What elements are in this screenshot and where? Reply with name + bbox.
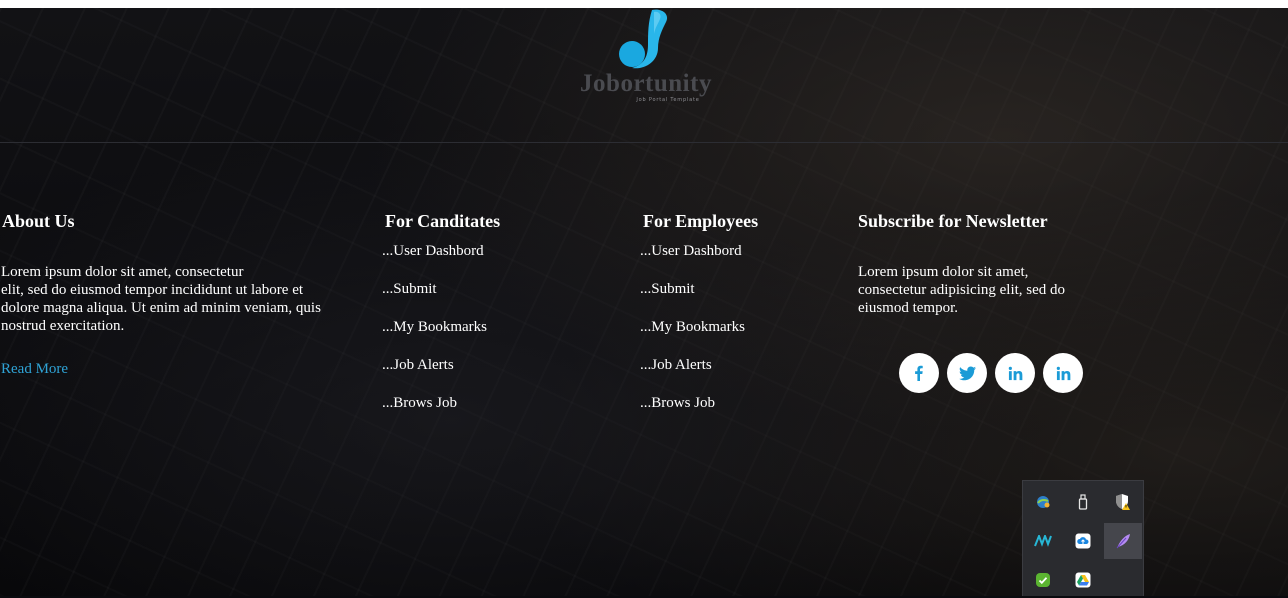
header-divider xyxy=(0,142,1288,143)
network-globe-icon[interactable] xyxy=(1024,484,1062,520)
newsletter-text-line: consectetur adipisicing elit, sed do xyxy=(858,282,1066,298)
candidates-links: ...User Dashbord ...Submit ...My Bookmar… xyxy=(382,242,487,432)
employee-link-user-dashboard[interactable]: ...User Dashbord xyxy=(640,242,745,280)
newsletter-title: Subscribe for Newsletter xyxy=(858,211,1048,231)
linkedin-icon[interactable] xyxy=(1043,353,1083,393)
top-white-bar xyxy=(0,0,1288,8)
newsletter-text-line: Lorem ipsum dolor sit amet, xyxy=(858,264,1029,280)
facebook-icon[interactable] xyxy=(899,353,939,393)
employee-link-my-bookmarks[interactable]: ...My Bookmarks xyxy=(640,318,745,356)
linkedin-icon[interactable] xyxy=(995,353,1035,393)
feather-app-icon[interactable] xyxy=(1104,523,1142,559)
newsletter-text-line: eiusmod tempor. xyxy=(858,300,958,316)
employees-links: ...User Dashbord ...Submit ...My Bookmar… xyxy=(640,242,745,432)
logo-mark-icon xyxy=(619,9,668,69)
twitter-icon[interactable] xyxy=(947,353,987,393)
employee-link-submit[interactable]: ...Submit xyxy=(640,280,745,318)
candidate-link-user-dashboard[interactable]: ...User Dashbord xyxy=(382,242,487,280)
about-text: Lorem ipsum dolor sit amet, consectetur … xyxy=(1,263,361,335)
social-links xyxy=(899,353,1083,393)
meridian-logo-icon[interactable] xyxy=(1024,523,1062,559)
site-logo[interactable]: Jobortunity Job Portal Template xyxy=(566,8,726,108)
newsletter-text: Lorem ipsum dolor sit amet, consectetur … xyxy=(858,263,1098,317)
usb-drive-icon[interactable] xyxy=(1064,484,1102,520)
security-shield-warning-icon[interactable] xyxy=(1104,484,1142,520)
candidate-link-brows-job[interactable]: ...Brows Job xyxy=(382,394,487,432)
read-more-link[interactable]: Read More xyxy=(1,361,68,378)
green-check-icon[interactable] xyxy=(1024,562,1062,598)
about-text-line: Lorem ipsum dolor sit amet, consectetur xyxy=(1,264,244,280)
about-text-line: elit, sed do eiusmod tempor incididunt u… xyxy=(1,282,304,298)
cloud-upload-icon[interactable] xyxy=(1064,523,1102,559)
candidate-link-my-bookmarks[interactable]: ...My Bookmarks xyxy=(382,318,487,356)
google-drive-icon[interactable] xyxy=(1064,562,1102,598)
logo-wordmark: Jobortunity xyxy=(580,70,712,97)
candidate-link-submit[interactable]: ...Submit xyxy=(382,280,487,318)
employee-link-job-alerts[interactable]: ...Job Alerts xyxy=(640,356,745,394)
employees-title: For Employees xyxy=(643,211,759,231)
about-text-line: dolore magna aliqua. Ut enim ad minim ve… xyxy=(1,300,321,316)
about-text-line: nostrud exercitation. xyxy=(1,318,125,334)
candidate-link-job-alerts[interactable]: ...Job Alerts xyxy=(382,356,487,394)
about-title: About Us xyxy=(2,211,75,231)
system-tray-overflow xyxy=(1022,480,1144,596)
candidates-title: For Canditates xyxy=(385,211,501,231)
logo-tagline: Job Portal Template xyxy=(636,97,700,103)
employee-link-brows-job[interactable]: ...Brows Job xyxy=(640,394,745,432)
